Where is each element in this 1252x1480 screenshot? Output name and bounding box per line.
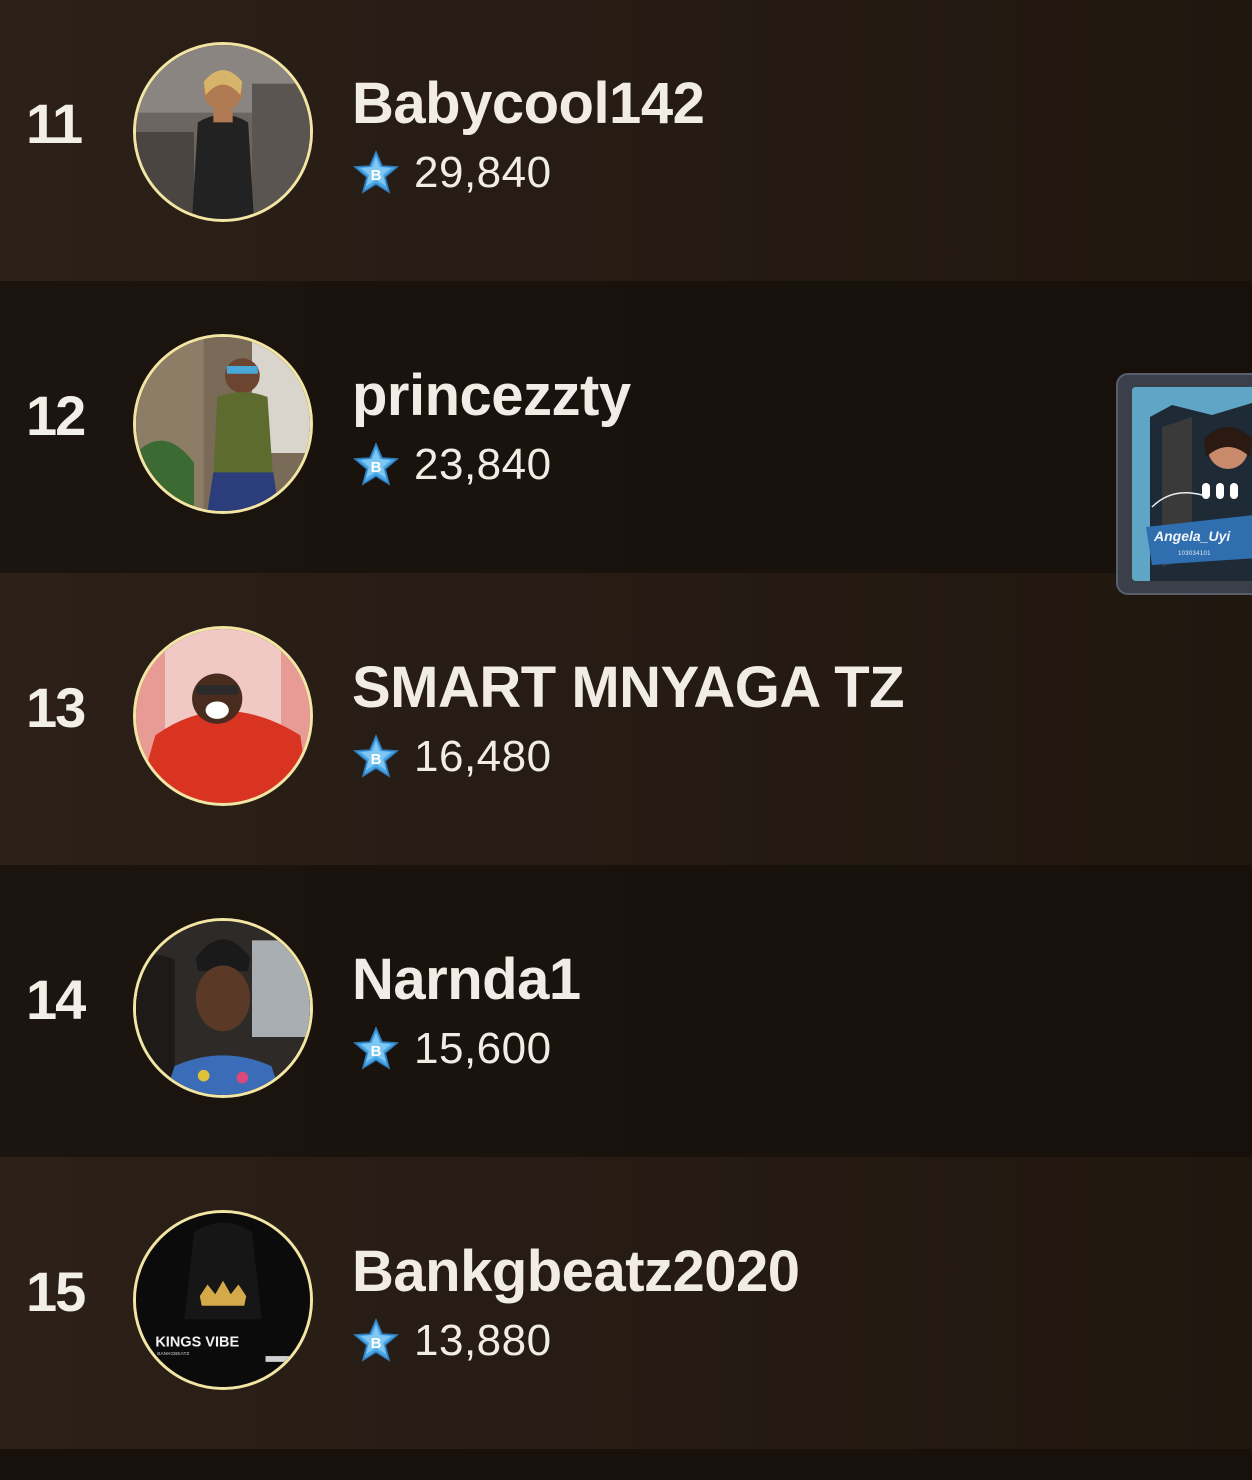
username[interactable]: Bankgbeatz2020: [352, 1243, 800, 1301]
username[interactable]: princezzty: [352, 367, 631, 425]
rank-number: 12: [26, 384, 86, 447]
live-preview-thumbnail[interactable]: Angela_Uyi 103034101: [1132, 387, 1252, 581]
score-value: 29,840: [414, 148, 552, 197]
star-b-icon: B: [353, 734, 399, 778]
score-display: B 16,480: [352, 733, 552, 781]
rank-number: 14: [26, 968, 86, 1031]
rank-number: 13: [26, 676, 86, 739]
floating-live-preview[interactable]: Angela_Uyi 103034101: [1116, 373, 1252, 595]
svg-text:KINGS VIBE: KINGS VIBE: [155, 1334, 239, 1350]
svg-text:B: B: [371, 167, 382, 184]
avatar[interactable]: [133, 918, 313, 1098]
username[interactable]: SMART MNYAGA TZ: [352, 659, 905, 717]
username[interactable]: Babycool142: [352, 75, 705, 133]
rank-number: 15: [26, 1260, 86, 1323]
rank-number: 11: [26, 92, 83, 155]
leaderboard-row[interactable]: 13 SMART MNYAGA TZ B 16,480: [0, 573, 1252, 865]
avatar[interactable]: [133, 42, 313, 222]
avatar[interactable]: KINGS VIBE BANKGBEATZ: [133, 1210, 313, 1390]
list-bottom-spacer: [0, 1449, 1252, 1479]
leaderboard-row[interactable]: 15 KINGS VIBE BANKGBEATZ Bankgbeatz2020 …: [0, 1157, 1252, 1449]
avatar[interactable]: [133, 334, 313, 514]
star-b-icon: B: [353, 1026, 399, 1070]
svg-text:B: B: [371, 1043, 382, 1060]
star-b-icon: B: [353, 442, 399, 486]
score-display: B 29,840: [352, 149, 552, 197]
score-value: 16,480: [414, 732, 552, 781]
live-streamer-id: 103034101: [1178, 551, 1211, 557]
leaderboard-row[interactable]: 11 Babycool142 B 29,840: [0, 0, 1252, 281]
leaderboard-row[interactable]: 14 Narnda1 B 15,600: [0, 865, 1252, 1157]
username[interactable]: Narnda1: [352, 951, 581, 1009]
leaderboard-list: 11 Babycool142 B 29,840 12 princezzty B …: [0, 0, 1252, 1479]
score-display: B 13,880: [352, 1317, 552, 1365]
score-display: B 23,840: [352, 441, 552, 489]
svg-text:B: B: [371, 459, 382, 476]
avatar[interactable]: [133, 626, 313, 806]
score-value: 15,600: [414, 1024, 552, 1073]
leaderboard-row[interactable]: 12 princezzty B 23,840: [0, 281, 1252, 573]
svg-text:BANKGBEATZ: BANKGBEATZ: [157, 1351, 189, 1357]
star-b-icon: B: [353, 1318, 399, 1362]
svg-text:B: B: [371, 1335, 382, 1352]
svg-text:B: B: [371, 751, 382, 768]
live-streamer-name: Angela_Uyi: [1154, 528, 1231, 544]
star-b-icon: B: [353, 150, 399, 194]
score-display: B 15,600: [352, 1025, 552, 1073]
score-value: 23,840: [414, 440, 552, 489]
score-value: 13,880: [414, 1316, 552, 1365]
